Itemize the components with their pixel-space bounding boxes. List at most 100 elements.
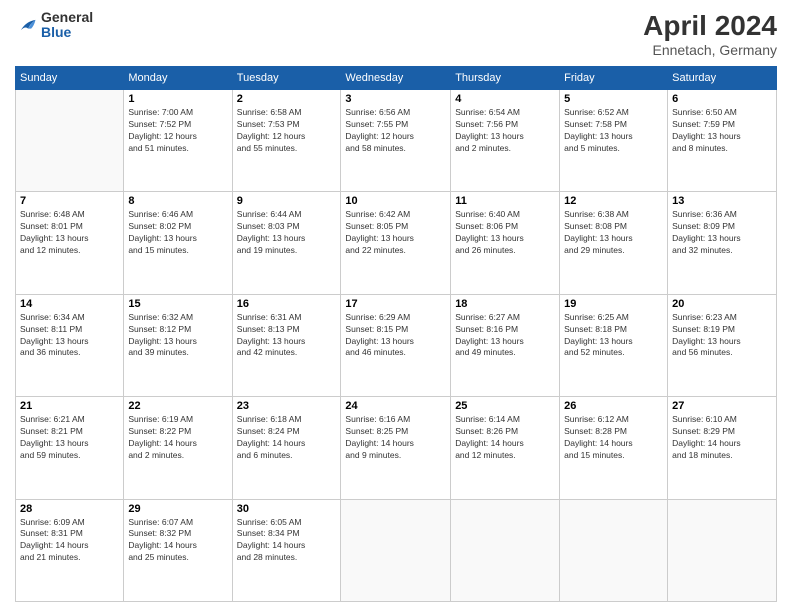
day-number: 30 bbox=[237, 503, 337, 515]
day-info: Sunrise: 6:21 AMSunset: 8:21 PMDaylight:… bbox=[20, 414, 119, 462]
day-info: Sunrise: 6:19 AMSunset: 8:22 PMDaylight:… bbox=[128, 414, 227, 462]
calendar-cell: 29 Sunrise: 6:07 AMSunset: 8:32 PMDayligh… bbox=[124, 499, 232, 601]
col-saturday: Saturday bbox=[668, 67, 777, 90]
day-info: Sunrise: 6:14 AMSunset: 8:26 PMDaylight:… bbox=[455, 414, 555, 462]
week-row-4: 21 Sunrise: 6:21 AMSunset: 8:21 PMDayligh… bbox=[16, 397, 777, 499]
calendar-page: General Blue April 2024 Ennetach, German… bbox=[0, 0, 792, 612]
calendar-cell: 10 Sunrise: 6:42 AMSunset: 8:05 PMDayligh… bbox=[341, 192, 451, 294]
week-row-5: 28Sunrise: 6:09 AMSunset: 8:31 PMDayligh… bbox=[16, 499, 777, 601]
day-number: 23 bbox=[237, 400, 337, 412]
week-row-3: 14 Sunrise: 6:34 AMSunset: 8:11 PMDayligh… bbox=[16, 294, 777, 396]
day-number: 1 bbox=[128, 93, 227, 105]
day-info: Sunrise: 6:31 AMSunset: 8:13 PMDaylight:… bbox=[237, 312, 337, 360]
day-info: Sunrise: 6:34 AMSunset: 8:11 PMDaylight:… bbox=[20, 312, 119, 360]
calendar-cell bbox=[16, 90, 124, 192]
logo: General Blue bbox=[15, 10, 93, 41]
day-info: Sunrise: 6:12 AMSunset: 8:28 PMDaylight:… bbox=[564, 414, 663, 462]
col-thursday: Thursday bbox=[451, 67, 560, 90]
calendar-cell: 18Sunrise: 6:27 AMSunset: 8:16 PMDayligh… bbox=[451, 294, 560, 396]
calendar-header-row: Sunday Monday Tuesday Wednesday Thursday… bbox=[16, 67, 777, 90]
day-info: Sunrise: 6:56 AMSunset: 7:55 PMDaylight:… bbox=[345, 107, 446, 155]
day-info: Sunrise: 6:46 AMSunset: 8:02 PMDaylight:… bbox=[128, 209, 227, 257]
day-info: Sunrise: 6:23 AMSunset: 8:19 PMDaylight:… bbox=[672, 312, 772, 360]
day-number: 18 bbox=[455, 298, 555, 310]
day-info: Sunrise: 6:10 AMSunset: 8:29 PMDaylight:… bbox=[672, 414, 772, 462]
calendar-cell: 25 Sunrise: 6:14 AMSunset: 8:26 PMDayligh… bbox=[451, 397, 560, 499]
day-info: Sunrise: 7:00 AMSunset: 7:52 PMDaylight:… bbox=[128, 107, 227, 155]
day-info: Sunrise: 6:18 AMSunset: 8:24 PMDaylight:… bbox=[237, 414, 337, 462]
location: Ennetach, Germany bbox=[643, 42, 777, 58]
calendar-cell: 24 Sunrise: 6:16 AMSunset: 8:25 PMDayligh… bbox=[341, 397, 451, 499]
day-number: 17 bbox=[345, 298, 446, 310]
col-monday: Monday bbox=[124, 67, 232, 90]
calendar-cell: 27Sunrise: 6:10 AMSunset: 8:29 PMDayligh… bbox=[668, 397, 777, 499]
day-number: 4 bbox=[455, 93, 555, 105]
calendar-cell bbox=[560, 499, 668, 601]
calendar-cell: 8 Sunrise: 6:46 AMSunset: 8:02 PMDaylight… bbox=[124, 192, 232, 294]
day-info: Sunrise: 6:16 AMSunset: 8:25 PMDaylight:… bbox=[345, 414, 446, 462]
calendar-cell bbox=[451, 499, 560, 601]
day-info: Sunrise: 6:48 AMSunset: 8:01 PMDaylight:… bbox=[20, 209, 119, 257]
calendar-cell: 13Sunrise: 6:36 AMSunset: 8:09 PMDayligh… bbox=[668, 192, 777, 294]
col-tuesday: Tuesday bbox=[232, 67, 341, 90]
calendar-cell: 19 Sunrise: 6:25 AMSunset: 8:18 PMDayligh… bbox=[560, 294, 668, 396]
day-number: 15 bbox=[128, 298, 227, 310]
day-number: 24 bbox=[345, 400, 446, 412]
calendar-cell: 5 Sunrise: 6:52 AMSunset: 7:58 PMDaylight… bbox=[560, 90, 668, 192]
calendar-cell: 15 Sunrise: 6:32 AMSunset: 8:12 PMDayligh… bbox=[124, 294, 232, 396]
day-info: Sunrise: 6:42 AMSunset: 8:05 PMDaylight:… bbox=[345, 209, 446, 257]
day-number: 12 bbox=[564, 195, 663, 207]
calendar-cell: 30 Sunrise: 6:05 AMSunset: 8:34 PMDayligh… bbox=[232, 499, 341, 601]
calendar-cell: 3 Sunrise: 6:56 AMSunset: 7:55 PMDaylight… bbox=[341, 90, 451, 192]
day-info: Sunrise: 6:54 AMSunset: 7:56 PMDaylight:… bbox=[455, 107, 555, 155]
calendar-cell: 12 Sunrise: 6:38 AMSunset: 8:08 PMDayligh… bbox=[560, 192, 668, 294]
day-number: 6 bbox=[672, 93, 772, 105]
calendar-cell: 6Sunrise: 6:50 AMSunset: 7:59 PMDaylight… bbox=[668, 90, 777, 192]
day-number: 10 bbox=[345, 195, 446, 207]
calendar-cell: 1 Sunrise: 7:00 AMSunset: 7:52 PMDaylight… bbox=[124, 90, 232, 192]
day-number: 29 bbox=[128, 503, 227, 515]
day-info: Sunrise: 6:05 AMSunset: 8:34 PMDaylight:… bbox=[237, 517, 337, 565]
day-info: Sunrise: 6:52 AMSunset: 7:58 PMDaylight:… bbox=[564, 107, 663, 155]
day-number: 21 bbox=[20, 400, 119, 412]
header: General Blue April 2024 Ennetach, German… bbox=[15, 10, 777, 58]
day-number: 9 bbox=[237, 195, 337, 207]
logo-bird-icon bbox=[15, 14, 37, 36]
day-info: Sunrise: 6:25 AMSunset: 8:18 PMDaylight:… bbox=[564, 312, 663, 360]
calendar-cell: 11Sunrise: 6:40 AMSunset: 8:06 PMDayligh… bbox=[451, 192, 560, 294]
day-number: 22 bbox=[128, 400, 227, 412]
day-info: Sunrise: 6:38 AMSunset: 8:08 PMDaylight:… bbox=[564, 209, 663, 257]
day-number: 14 bbox=[20, 298, 119, 310]
calendar-table: Sunday Monday Tuesday Wednesday Thursday… bbox=[15, 66, 777, 602]
calendar-cell: 28Sunrise: 6:09 AMSunset: 8:31 PMDayligh… bbox=[16, 499, 124, 601]
title-block: April 2024 Ennetach, Germany bbox=[643, 10, 777, 58]
day-info: Sunrise: 6:07 AMSunset: 8:32 PMDaylight:… bbox=[128, 517, 227, 565]
calendar-cell: 22 Sunrise: 6:19 AMSunset: 8:22 PMDayligh… bbox=[124, 397, 232, 499]
col-wednesday: Wednesday bbox=[341, 67, 451, 90]
day-number: 7 bbox=[20, 195, 119, 207]
calendar-cell bbox=[668, 499, 777, 601]
calendar-cell bbox=[341, 499, 451, 601]
day-info: Sunrise: 6:36 AMSunset: 8:09 PMDaylight:… bbox=[672, 209, 772, 257]
day-info: Sunrise: 6:29 AMSunset: 8:15 PMDaylight:… bbox=[345, 312, 446, 360]
day-number: 8 bbox=[128, 195, 227, 207]
week-row-1: 1 Sunrise: 7:00 AMSunset: 7:52 PMDaylight… bbox=[16, 90, 777, 192]
calendar-cell: 9Sunrise: 6:44 AMSunset: 8:03 PMDaylight… bbox=[232, 192, 341, 294]
logo-text: General Blue bbox=[41, 10, 93, 41]
day-number: 25 bbox=[455, 400, 555, 412]
day-number: 3 bbox=[345, 93, 446, 105]
day-number: 2 bbox=[237, 93, 337, 105]
calendar-cell: 2 Sunrise: 6:58 AMSunset: 7:53 PMDaylight… bbox=[232, 90, 341, 192]
day-info: Sunrise: 6:40 AMSunset: 8:06 PMDaylight:… bbox=[455, 209, 555, 257]
col-friday: Friday bbox=[560, 67, 668, 90]
day-info: Sunrise: 6:32 AMSunset: 8:12 PMDaylight:… bbox=[128, 312, 227, 360]
day-number: 26 bbox=[564, 400, 663, 412]
day-info: Sunrise: 6:58 AMSunset: 7:53 PMDaylight:… bbox=[237, 107, 337, 155]
calendar-cell: 26 Sunrise: 6:12 AMSunset: 8:28 PMDayligh… bbox=[560, 397, 668, 499]
day-number: 19 bbox=[564, 298, 663, 310]
calendar-cell: 23 Sunrise: 6:18 AMSunset: 8:24 PMDayligh… bbox=[232, 397, 341, 499]
calendar-cell: 21 Sunrise: 6:21 AMSunset: 8:21 PMDayligh… bbox=[16, 397, 124, 499]
col-sunday: Sunday bbox=[16, 67, 124, 90]
day-number: 5 bbox=[564, 93, 663, 105]
calendar-cell: 16Sunrise: 6:31 AMSunset: 8:13 PMDayligh… bbox=[232, 294, 341, 396]
